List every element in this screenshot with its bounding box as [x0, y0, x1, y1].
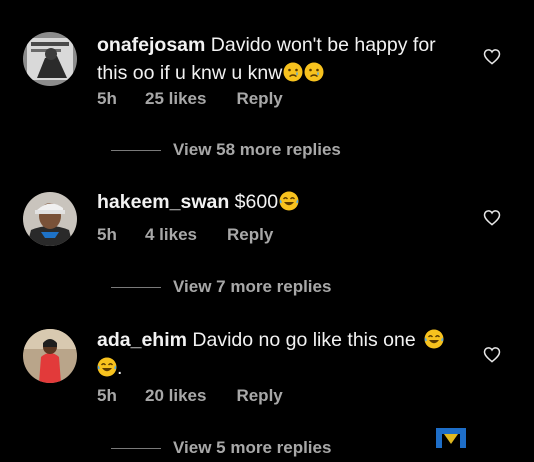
view-replies-link[interactable]: View 7 more replies: [173, 277, 331, 297]
likes-count[interactable]: 20 likes: [145, 386, 206, 406]
heart-outline-icon[interactable]: [483, 48, 501, 65]
comment-body: $600: [234, 191, 279, 213]
username[interactable]: hakeem_swan: [97, 191, 229, 213]
view-replies-row[interactable]: View 7 more replies: [97, 275, 331, 299]
tears-of-joy-emoji: [97, 357, 117, 377]
tears-of-joy-emoji: [424, 329, 444, 349]
heart-outline-icon[interactable]: [483, 346, 501, 363]
view-replies-row[interactable]: View 5 more replies: [97, 436, 331, 460]
comment-body: Davido no go like this one: [192, 329, 416, 351]
avatar[interactable]: [23, 329, 77, 383]
avatar[interactable]: [23, 192, 77, 246]
view-replies-link[interactable]: View 58 more replies: [173, 140, 341, 160]
timestamp: 5h: [97, 225, 117, 244]
comment-trailing: .: [117, 357, 123, 379]
timestamp: 5h: [97, 386, 117, 405]
comment-meta: 5h 4 likes Reply: [97, 225, 273, 245]
heart-outline-icon[interactable]: [483, 209, 501, 226]
likes-count[interactable]: 25 likes: [145, 89, 206, 109]
tears-of-joy-emoji: [279, 191, 299, 211]
comment-text: hakeem_swan $600: [97, 188, 467, 216]
watermark-logo: [436, 428, 466, 448]
crying-face-emoji: [283, 62, 303, 82]
replies-divider: [111, 447, 161, 449]
view-replies-row[interactable]: View 58 more replies: [97, 138, 341, 162]
view-replies-link[interactable]: View 5 more replies: [173, 438, 331, 458]
likes-count[interactable]: 4 likes: [145, 225, 197, 245]
replies-divider: [111, 149, 161, 151]
timestamp: 5h: [97, 89, 117, 108]
comment-text: ada_ehim Davido no go like this one.: [97, 326, 467, 382]
avatar[interactable]: [23, 32, 77, 86]
username[interactable]: ada_ehim: [97, 329, 187, 351]
reply-button[interactable]: Reply: [227, 225, 273, 245]
reply-button[interactable]: Reply: [236, 386, 282, 406]
replies-divider: [111, 286, 161, 288]
comment-meta: 5h 25 likes Reply: [97, 89, 283, 109]
comment-meta: 5h 20 likes Reply: [97, 386, 283, 406]
reply-button[interactable]: Reply: [236, 89, 282, 109]
comment-text: onafejosam Davido won't be happy for thi…: [97, 31, 467, 87]
username[interactable]: onafejosam: [97, 34, 205, 56]
crying-face-emoji: [304, 62, 324, 82]
